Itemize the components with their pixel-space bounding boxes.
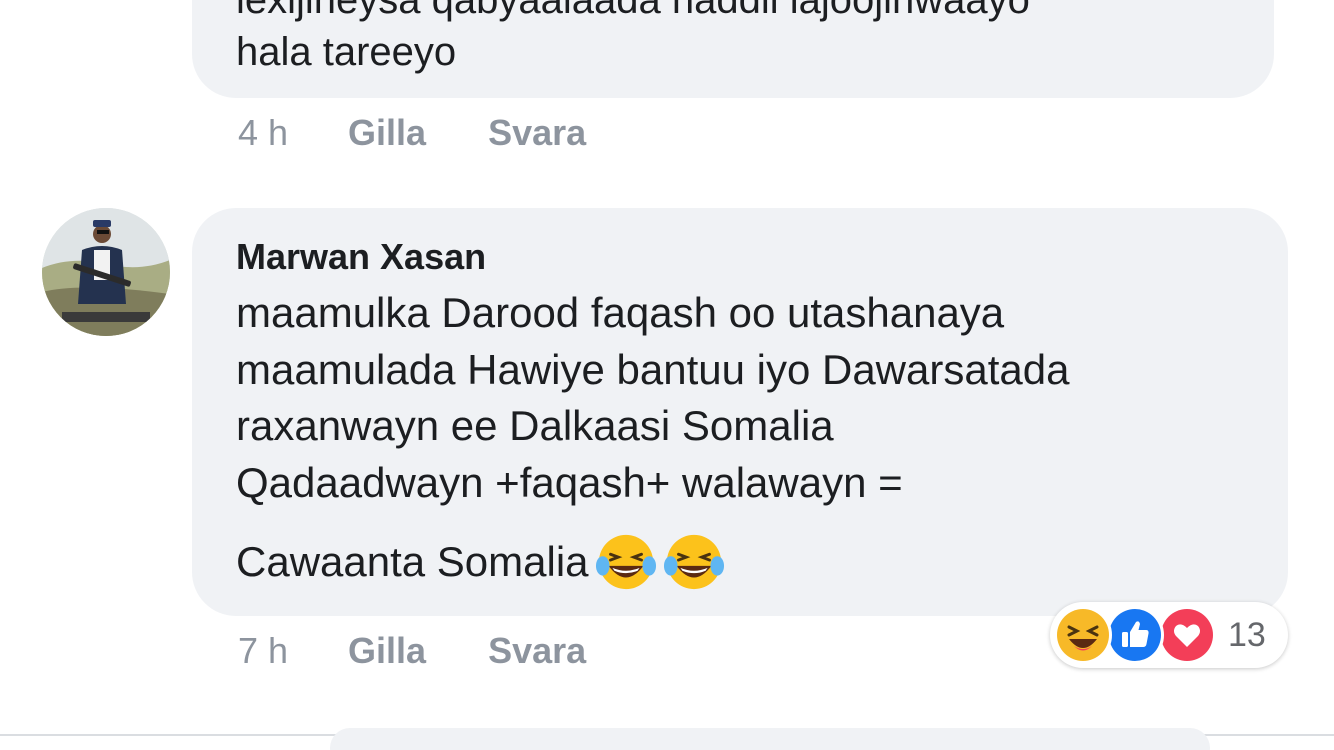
comment-text-line-last: Cawaanta Somalia — [236, 531, 725, 593]
comment-text: Cawaanta Somalia — [236, 538, 589, 585]
reactions-summary[interactable]: 13 — [1050, 602, 1288, 668]
comment-text-line: maamulka Darood faqash oo utashanaya — [236, 289, 1005, 336]
laughing-tears-emoji — [663, 531, 725, 593]
reply-button[interactable]: Svara — [488, 112, 586, 154]
love-icon — [1158, 606, 1216, 664]
laughing-tears-emoji — [595, 531, 657, 593]
comment-author[interactable]: Marwan Xasan — [236, 236, 486, 278]
avatar[interactable] — [42, 208, 170, 336]
like-icon — [1106, 606, 1164, 664]
like-button[interactable]: Gilla — [348, 630, 426, 672]
comment-text-line: Qadaadwayn +faqash+ walawayn = — [236, 459, 903, 506]
comment-meta-previous: 4 h Gilla Svara — [238, 112, 648, 154]
next-comment-bubble — [330, 728, 1210, 750]
comment-time: 7 h — [238, 630, 289, 671]
comment-bubble-previous: lexijineysa qabyaalaada haddii lajoojinw… — [192, 0, 1274, 98]
comments-screen: lexijineysa qabyaalaada haddii lajoojinw… — [0, 0, 1334, 750]
comment-time: 4 h — [238, 112, 289, 153]
comment-meta: 7 h Gilla Svara — [238, 630, 648, 672]
reaction-count: 13 — [1228, 615, 1266, 654]
haha-icon — [1054, 606, 1112, 664]
comment-bubble: Marwan Xasan maamulka Darood faqash oo u… — [192, 208, 1288, 616]
like-button[interactable]: Gilla — [348, 112, 426, 154]
comment-text-line: raxanwayn ee Dalkaasi Somalia — [236, 402, 834, 449]
reply-button[interactable]: Svara — [488, 630, 586, 672]
comment-text-line: maamulada Hawiye bantuu iyo Dawarsatada — [236, 346, 1070, 393]
comment-text-line: hala tareeyo — [236, 30, 457, 74]
